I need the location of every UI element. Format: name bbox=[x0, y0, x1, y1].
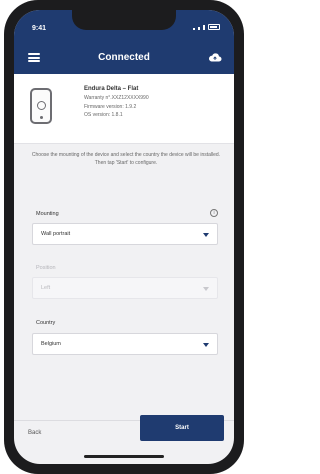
chevron-down-icon bbox=[203, 233, 209, 237]
instructions-text: Choose the mounting of the device and se… bbox=[31, 152, 221, 166]
phone-notch bbox=[72, 10, 176, 30]
device-warranty: Warranty n°.XXZ12XXXX990 bbox=[84, 95, 149, 101]
device-icon bbox=[30, 88, 52, 124]
device-name: Endura Delta – Flat bbox=[84, 86, 139, 92]
mounting-value: Wall portrait bbox=[41, 231, 71, 237]
info-icon[interactable]: i bbox=[210, 209, 218, 217]
position-value: Left bbox=[41, 285, 51, 291]
country-value: Belgium bbox=[41, 341, 61, 347]
chevron-down-icon bbox=[203, 287, 209, 291]
phone-frame: 9:41 Connected Endura Delta – Flat Warra… bbox=[4, 0, 244, 474]
signal-icon bbox=[198, 26, 200, 30]
cloud-icon[interactable] bbox=[208, 53, 222, 62]
country-select[interactable]: Belgium bbox=[32, 333, 218, 355]
battery-icon bbox=[208, 24, 220, 30]
home-indicator bbox=[84, 455, 164, 458]
signal-icon bbox=[193, 28, 195, 30]
status-icons bbox=[193, 24, 220, 30]
device-os-version: OS version: 1.8.1 bbox=[84, 112, 123, 118]
status-time: 9:41 bbox=[32, 25, 47, 32]
mounting-select[interactable]: Wall portrait bbox=[32, 223, 218, 245]
chevron-down-icon bbox=[203, 343, 209, 347]
page-title: Connected bbox=[98, 52, 150, 63]
mounting-label: Mounting bbox=[36, 211, 59, 217]
back-button[interactable]: Back bbox=[14, 421, 134, 445]
device-card: Endura Delta – Flat Warranty n°.XXZ12XXX… bbox=[14, 74, 234, 144]
country-label: Country bbox=[36, 320, 56, 326]
position-label: Position bbox=[36, 265, 56, 271]
signal-icon bbox=[203, 25, 205, 30]
app-screen: 9:41 Connected Endura Delta – Flat Warra… bbox=[14, 10, 234, 464]
position-select[interactable]: Left bbox=[32, 277, 218, 299]
start-button[interactable]: Start bbox=[140, 415, 224, 441]
device-info: Endura Delta – Flat Warranty n°.XXZ12XXX… bbox=[84, 86, 149, 120]
device-firmware: Firmware version: 1.9.2 bbox=[84, 103, 137, 110]
